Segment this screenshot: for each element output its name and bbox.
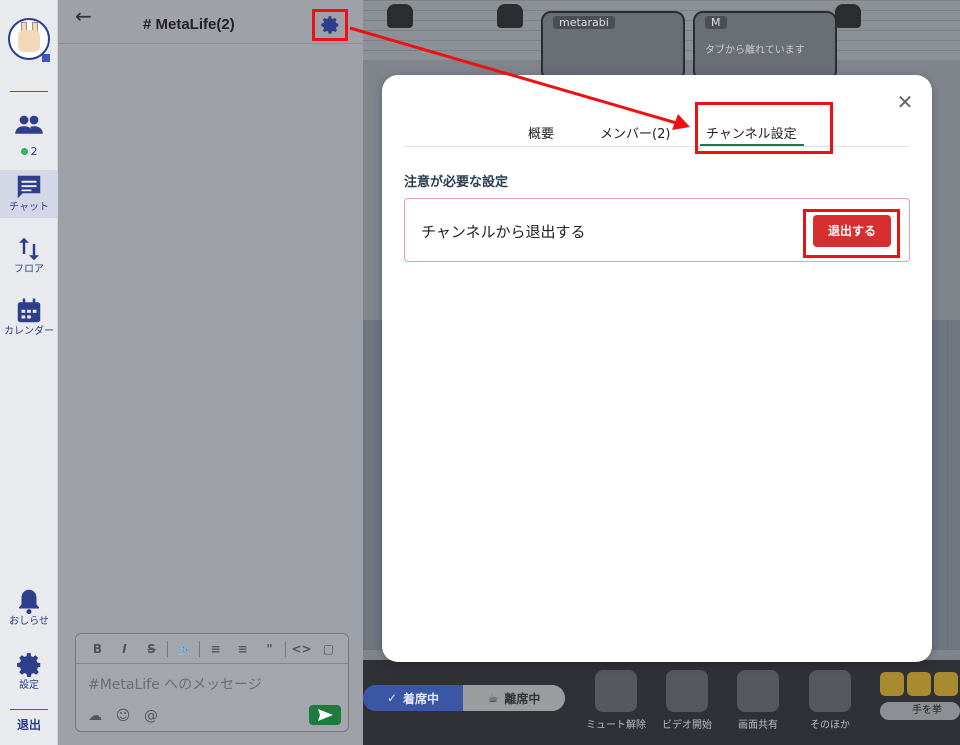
code-block-button[interactable]: ▢	[315, 638, 342, 660]
rail-divider	[10, 709, 48, 710]
check-icon: ✓	[386, 691, 398, 705]
composer-actions: ☁ ☺ @	[84, 708, 162, 724]
modal-tabs: 概要 メンバー(2) チャンネル設定	[404, 102, 910, 154]
screen-share-button[interactable]: 画面共有	[723, 670, 793, 731]
unmute-button[interactable]: ミュート解除	[581, 670, 651, 731]
bold-button[interactable]: B	[84, 638, 111, 660]
video-tile-name: M	[705, 16, 727, 29]
italic-button[interactable]: I	[111, 638, 138, 660]
toolbar-divider	[285, 640, 286, 657]
danger-zone-card: チャンネルから退出する 退出する	[404, 198, 910, 262]
nav-item-chat-label: チャット	[9, 202, 49, 213]
send-icon	[318, 709, 333, 721]
party-reaction-icon[interactable]	[934, 672, 958, 696]
emoji-icon[interactable]: ☺	[112, 708, 134, 724]
calendar-icon	[17, 298, 41, 323]
nav-item-floor-label: フロア	[14, 264, 44, 275]
video-off-icon	[666, 670, 708, 712]
status-away-label: 離席中	[504, 691, 541, 706]
chat-icon	[17, 175, 41, 199]
more-icon	[809, 670, 851, 712]
close-icon[interactable]: ✕	[896, 92, 914, 112]
online-dot	[20, 148, 28, 155]
gear-icon	[17, 653, 41, 677]
nav-item-notifications-label: おしらせ	[9, 616, 49, 627]
chat-header: ← # MetaLife(2)	[58, 0, 363, 44]
tab-channel-settings[interactable]: チャンネル設定	[706, 123, 797, 142]
people-icon	[15, 115, 43, 134]
ordered-list-button[interactable]: ≡	[202, 638, 229, 660]
gear-icon	[321, 16, 339, 34]
tab-members[interactable]: メンバー(2)	[600, 123, 670, 142]
online-count-value: 2	[30, 145, 38, 158]
message-input[interactable]: #MetaLife へのメッセージ	[88, 674, 262, 694]
unmute-label: ミュート解除	[586, 720, 646, 731]
nav-rail: 2 チャット フロア カレンダー おしらせ 設定 退出	[0, 0, 58, 745]
video-tile-status: タブから離れています	[705, 45, 805, 56]
plant-pot	[387, 4, 413, 28]
message-composer: B I S 🔗 ≡ ≡ " <> ▢ #MetaLife へのメッセージ ☁ ☺…	[75, 633, 349, 732]
reaction-bar	[880, 672, 958, 696]
channel-settings-modal: ✕ 概要 メンバー(2) チャンネル設定 注意が必要な設定 チャンネルから退出す…	[382, 75, 932, 662]
video-tile-name: metarabi	[553, 16, 615, 29]
back-arrow-icon[interactable]: ←	[75, 6, 95, 26]
tab-overview[interactable]: 概要	[528, 123, 554, 142]
mention-icon[interactable]: @	[140, 708, 162, 724]
video-tile[interactable]: M タブから離れています	[693, 11, 837, 81]
status-away-button[interactable]: ☕ 離席中	[463, 685, 565, 711]
exit-button[interactable]: 退出	[0, 716, 58, 733]
more-label: そのほか	[810, 720, 850, 731]
online-count: 2	[20, 145, 38, 158]
raise-hand-button[interactable]: 手を挙	[880, 702, 960, 720]
status-present-label: 着席中	[403, 691, 440, 706]
quote-button[interactable]: "	[256, 638, 283, 660]
chat-panel: ← # MetaLife(2) B I S 🔗 ≡ ≡ " <> ▢ #Meta…	[58, 0, 363, 745]
screen-share-icon	[737, 670, 779, 712]
bell-alert-icon	[19, 589, 39, 615]
status-present-button[interactable]: ✓ 着席中	[363, 685, 463, 711]
send-button[interactable]	[309, 705, 341, 725]
nav-item-floor[interactable]: フロア	[0, 234, 58, 276]
nav-item-calendar-label: カレンダー	[4, 326, 54, 337]
nav-item-chat[interactable]: チャット	[0, 170, 58, 218]
presence-toggle: ✓ 着席中 ☕ 離席中	[363, 685, 565, 711]
channel-settings-button[interactable]	[312, 9, 348, 41]
start-video-label: ビデオ開始	[662, 720, 712, 731]
screen-share-label: 画面共有	[738, 720, 778, 731]
thumbs-up-reaction-icon[interactable]	[907, 672, 931, 696]
leave-channel-button[interactable]: 退出する	[813, 215, 891, 247]
plant-pot	[835, 4, 861, 28]
upload-cloud-icon[interactable]: ☁	[84, 708, 106, 724]
active-tab-underline	[700, 144, 804, 146]
format-toolbar: B I S 🔗 ≡ ≡ " <> ▢	[76, 634, 348, 664]
bullet-list-button[interactable]: ≡	[229, 638, 256, 660]
leave-channel-label: チャンネルから退出する	[421, 223, 586, 241]
mic-off-icon	[595, 670, 637, 712]
nav-item-calendar[interactable]: カレンダー	[0, 296, 58, 338]
coffee-icon: ☕	[487, 691, 499, 705]
nav-item-notifications[interactable]: おしらせ	[0, 586, 58, 628]
nav-item-members[interactable]: 2	[0, 110, 58, 159]
nav-item-settings[interactable]: 設定	[0, 650, 58, 692]
avatar-status-indicator	[42, 54, 50, 62]
start-video-button[interactable]: ビデオ開始	[652, 670, 722, 731]
link-button[interactable]: 🔗	[170, 638, 197, 660]
toolbar-divider	[167, 640, 168, 657]
channel-title: # MetaLife(2)	[143, 16, 235, 33]
toolbar-divider	[199, 640, 200, 657]
more-button[interactable]: そのほか	[795, 670, 865, 731]
code-button[interactable]: <>	[288, 638, 315, 660]
plant-pot	[497, 4, 523, 28]
nav-item-settings-label: 設定	[19, 680, 39, 691]
strikethrough-button[interactable]: S	[138, 638, 165, 660]
video-tile[interactable]: metarabi	[541, 11, 685, 81]
swap-vertical-icon	[19, 237, 39, 261]
section-title: 注意が必要な設定	[404, 175, 509, 190]
rail-divider	[10, 91, 48, 92]
wave-reaction-icon[interactable]	[880, 672, 904, 696]
